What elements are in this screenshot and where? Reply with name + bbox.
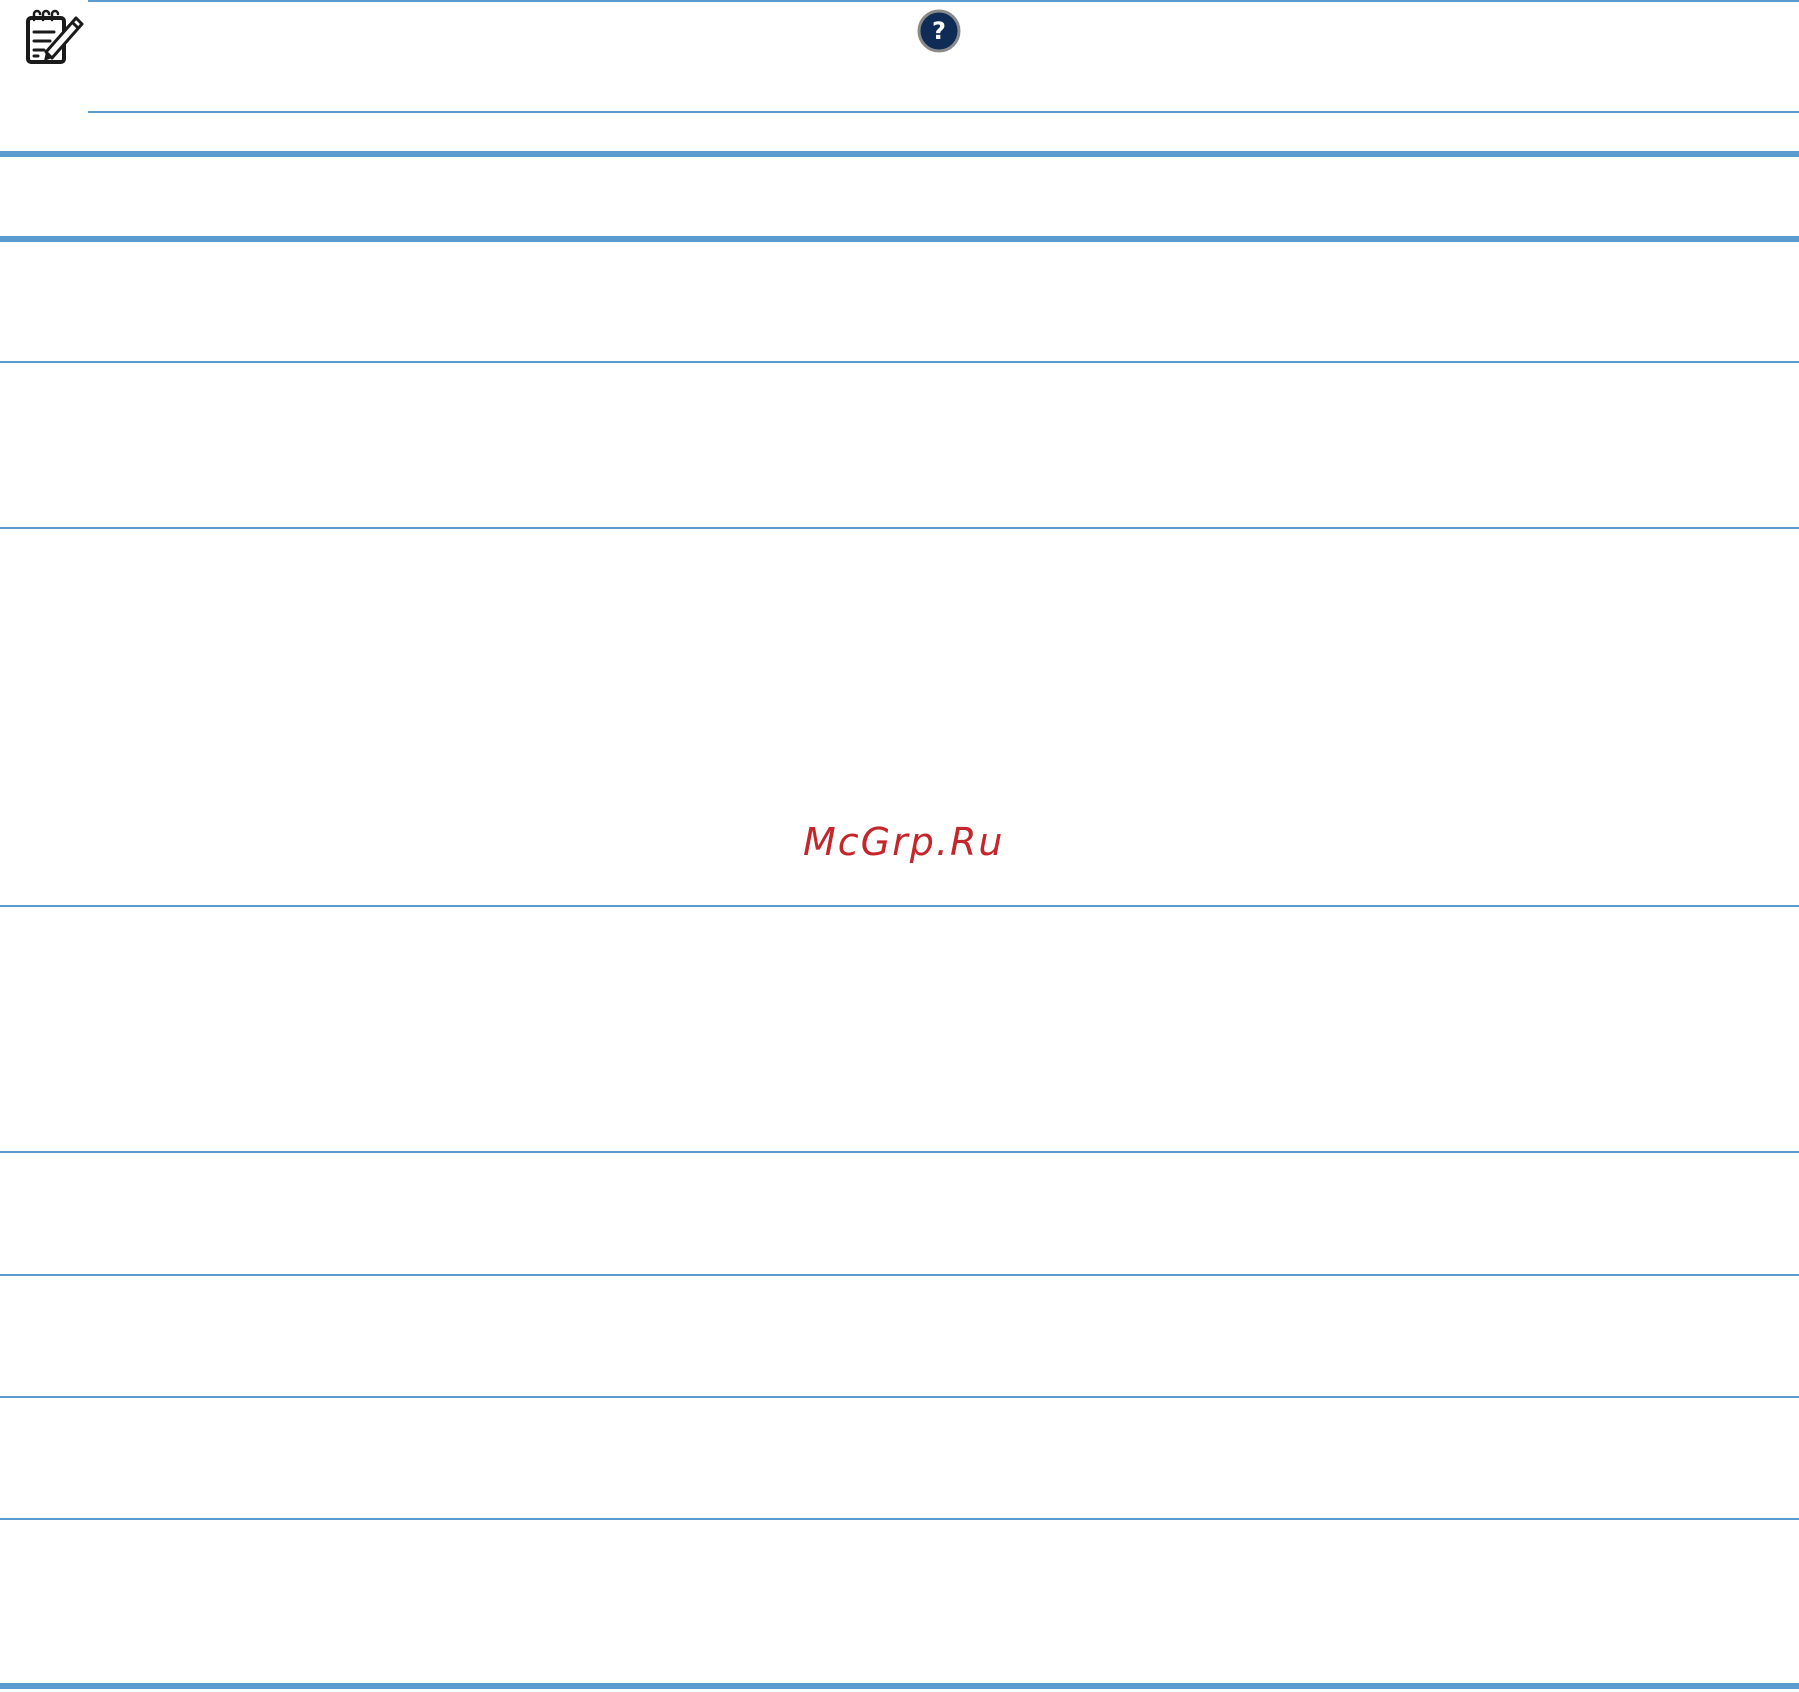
note-pencil-icon [26, 9, 84, 64]
note-bottom-rule [88, 111, 1799, 113]
table-row [0, 907, 1799, 1151]
table-row [0, 1276, 1799, 1396]
table-row [0, 1520, 1799, 1683]
note-top-rule [88, 0, 1799, 2]
table-row [0, 363, 1799, 527]
table-bottom-rule [0, 1683, 1799, 1689]
watermark-text: McGrp.Ru [803, 820, 1005, 864]
table-row [0, 1398, 1799, 1518]
help-glyph: ? [932, 17, 946, 45]
table-row [0, 242, 1799, 361]
table-row [0, 1153, 1799, 1274]
table-header-row [0, 157, 1799, 237]
help-icon: ? [917, 9, 961, 53]
